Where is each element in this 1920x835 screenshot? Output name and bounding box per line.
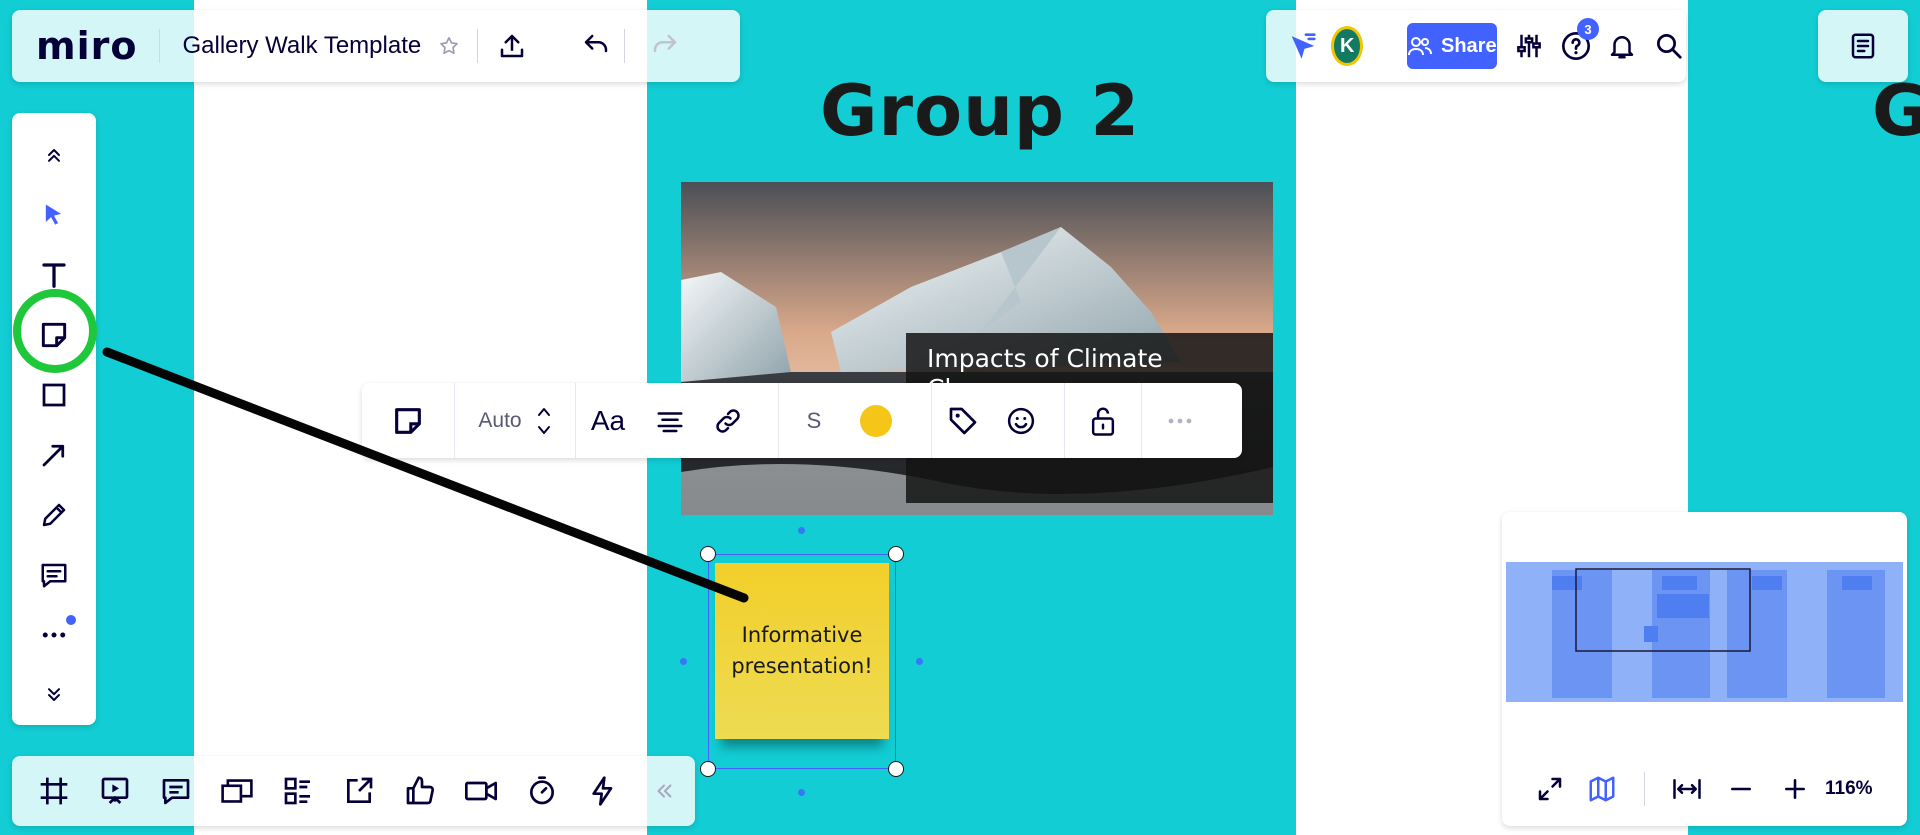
frame-title-group-3: G (1872, 70, 1920, 152)
bell-icon[interactable] (1605, 24, 1639, 68)
lock-icon[interactable] (1065, 383, 1141, 458)
link-icon[interactable] (700, 383, 756, 458)
kanban-icon[interactable] (276, 769, 320, 813)
arrow-icon[interactable] (24, 425, 84, 485)
select-icon[interactable] (24, 185, 84, 245)
sticky-note-line-1: Informative (741, 623, 863, 647)
board-panel (1818, 10, 1908, 82)
font-size-stepper[interactable]: Auto (455, 383, 575, 458)
color-picker[interactable] (849, 383, 903, 458)
avatar[interactable]: K (1330, 26, 1364, 66)
sticky-note-line-2: presentation! (731, 654, 873, 678)
fit-width-icon[interactable] (1665, 767, 1709, 811)
timer-icon[interactable] (520, 769, 564, 813)
connector-dot-top[interactable] (798, 527, 805, 534)
left-toolbar (12, 113, 96, 725)
resize-handle-top-right[interactable] (888, 546, 904, 562)
resize-handle-bottom-left[interactable] (700, 761, 716, 777)
top-left-bar: miro Gallery Walk Template (12, 10, 740, 82)
font-size-value: Auto (478, 408, 522, 432)
connector-dot-bottom[interactable] (798, 789, 805, 796)
shape-icon[interactable] (24, 365, 84, 425)
align-text-icon[interactable] (640, 383, 700, 458)
redo-icon[interactable] (643, 24, 687, 68)
zoom-in-icon[interactable] (1773, 767, 1817, 811)
sticky-context-toolbar: Auto Aa S (362, 383, 1242, 458)
font-button[interactable]: Aa (576, 383, 640, 458)
presentation-icon[interactable] (93, 769, 137, 813)
divider (624, 29, 626, 63)
sticky-note-icon[interactable] (24, 305, 84, 365)
iceberg-image[interactable]: Impacts of Climate Change (681, 182, 1273, 515)
export-upload-icon[interactable] (490, 24, 534, 68)
pen-icon[interactable] (24, 485, 84, 545)
zoom-level[interactable]: 116% (1825, 778, 1873, 800)
search-icon[interactable] (1652, 24, 1686, 68)
connector-dot-right[interactable] (916, 658, 923, 665)
help-icon[interactable]: 3 (1559, 18, 1599, 68)
frames-icon[interactable] (32, 769, 76, 813)
users-icon (1407, 37, 1432, 56)
minimap[interactable] (1502, 512, 1907, 752)
divider (159, 29, 161, 63)
size-button[interactable]: S (779, 383, 849, 458)
cursor-attention-icon[interactable] (1286, 24, 1320, 68)
collapse-up-icon[interactable] (24, 125, 84, 185)
notes-icon[interactable] (154, 769, 198, 813)
collapse-left-icon[interactable] (642, 769, 686, 813)
frame-title-group-2: Group 2 (820, 70, 1141, 152)
settings-sliders-icon[interactable] (1512, 24, 1546, 68)
emoji-icon[interactable] (994, 383, 1048, 458)
stepper-arrows-icon[interactable] (536, 404, 552, 438)
color-swatch (860, 404, 892, 437)
help-badge: 3 (1576, 18, 1599, 40)
lightning-icon[interactable] (581, 769, 625, 813)
board-title[interactable]: Gallery Walk Template (182, 32, 421, 60)
top-right-bar: K Share 3 (1266, 10, 1686, 82)
divider (477, 29, 479, 63)
sticky-type-button[interactable] (362, 383, 454, 458)
star-icon[interactable] (433, 24, 465, 68)
video-icon[interactable] (459, 769, 503, 813)
cards-icon[interactable] (215, 769, 259, 813)
miro-logo[interactable]: miro (36, 24, 137, 68)
bottom-toolbar (12, 756, 695, 826)
more-options-icon[interactable] (1142, 383, 1218, 458)
voting-icon[interactable] (398, 769, 442, 813)
collapse-down-icon[interactable] (24, 665, 84, 725)
sticky-note-icon (395, 407, 421, 434)
zoom-out-icon[interactable] (1719, 767, 1763, 811)
resize-handle-top-left[interactable] (700, 546, 716, 562)
connector-dot-left[interactable] (680, 658, 687, 665)
text-icon[interactable] (24, 245, 84, 305)
document-list-icon[interactable] (1841, 24, 1885, 68)
undo-icon[interactable] (574, 24, 618, 68)
minimap-panel: 116% (1502, 512, 1907, 826)
resize-handle-bottom-right[interactable] (888, 761, 904, 777)
share-button-label: Share (1440, 34, 1497, 57)
more-icon[interactable] (24, 605, 84, 665)
sticky-note[interactable]: Informative presentation! (715, 563, 889, 739)
comment-icon[interactable] (24, 545, 84, 605)
export-icon[interactable] (337, 769, 381, 813)
map-icon[interactable] (1580, 767, 1624, 811)
tag-icon[interactable] (932, 383, 994, 458)
zoom-controls: 116% (1502, 751, 1907, 826)
fit-screen-icon[interactable] (1528, 767, 1572, 811)
share-button[interactable]: Share (1406, 23, 1497, 69)
notification-dot (66, 615, 76, 625)
divider (1644, 771, 1645, 806)
